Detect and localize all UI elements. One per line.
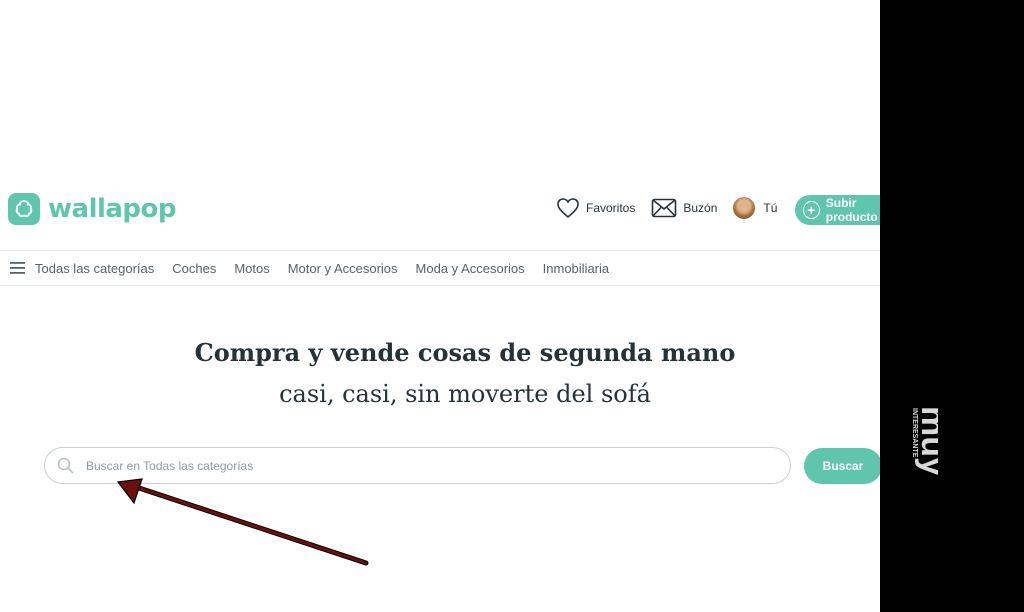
inbox-link[interactable]: Buzón	[651, 198, 717, 218]
logo-text: wallapop	[48, 194, 177, 224]
hamburger-icon[interactable]	[10, 262, 25, 274]
envelope-icon	[651, 198, 677, 218]
upload-product-button[interactable]: + Subir producto	[795, 195, 880, 225]
nav-category-motor-accesorios[interactable]: Motor y Accesorios	[288, 261, 398, 276]
nav-category-coches[interactable]: Coches	[172, 261, 216, 276]
favorites-link[interactable]: Favoritos	[556, 197, 635, 219]
wallapop-page: wallapop Favoritos Buzón Tú + Subir prod…	[0, 0, 880, 612]
muy-interesante-watermark: muy INTERESANTE	[886, 402, 938, 512]
svg-text:INTERESANTE: INTERESANTE	[911, 408, 918, 458]
inbox-label: Buzón	[683, 201, 718, 215]
nav-category-moda-accesorios[interactable]: Moda y Accesorios	[416, 261, 525, 276]
search-input[interactable]	[84, 457, 728, 474]
user-label: Tú	[763, 201, 778, 215]
category-nav: Todas las categorías Coches Motos Motor …	[0, 250, 880, 286]
nav-category-motos[interactable]: Motos	[234, 261, 269, 276]
plus-circle-icon: +	[803, 201, 820, 219]
header-actions: Favoritos Buzón Tú	[556, 197, 793, 219]
wallapop-logo[interactable]: wallapop	[8, 193, 177, 225]
annotation-arrow	[116, 478, 369, 566]
hero-title: Compra y vende cosas de segunda mano	[194, 338, 736, 367]
wallapop-logo-icon	[8, 193, 40, 225]
nav-all-categories[interactable]: Todas las categorías	[35, 261, 154, 276]
side-black-bar	[880, 0, 1024, 612]
search-icon	[57, 457, 74, 474]
avatar	[733, 197, 756, 219]
favorites-label: Favoritos	[586, 201, 636, 215]
nav-category-inmobiliaria[interactable]: Inmobiliaria	[543, 261, 609, 276]
upload-label: Subir producto	[825, 196, 878, 224]
site-header: wallapop Favoritos Buzón Tú + Subir prod…	[0, 185, 880, 245]
heart-icon	[556, 197, 580, 219]
user-profile-link[interactable]: Tú	[733, 197, 777, 219]
hero-subtitle: casi, casi, sin moverte del sofá	[279, 380, 651, 408]
search-button[interactable]: Buscar	[804, 448, 880, 484]
